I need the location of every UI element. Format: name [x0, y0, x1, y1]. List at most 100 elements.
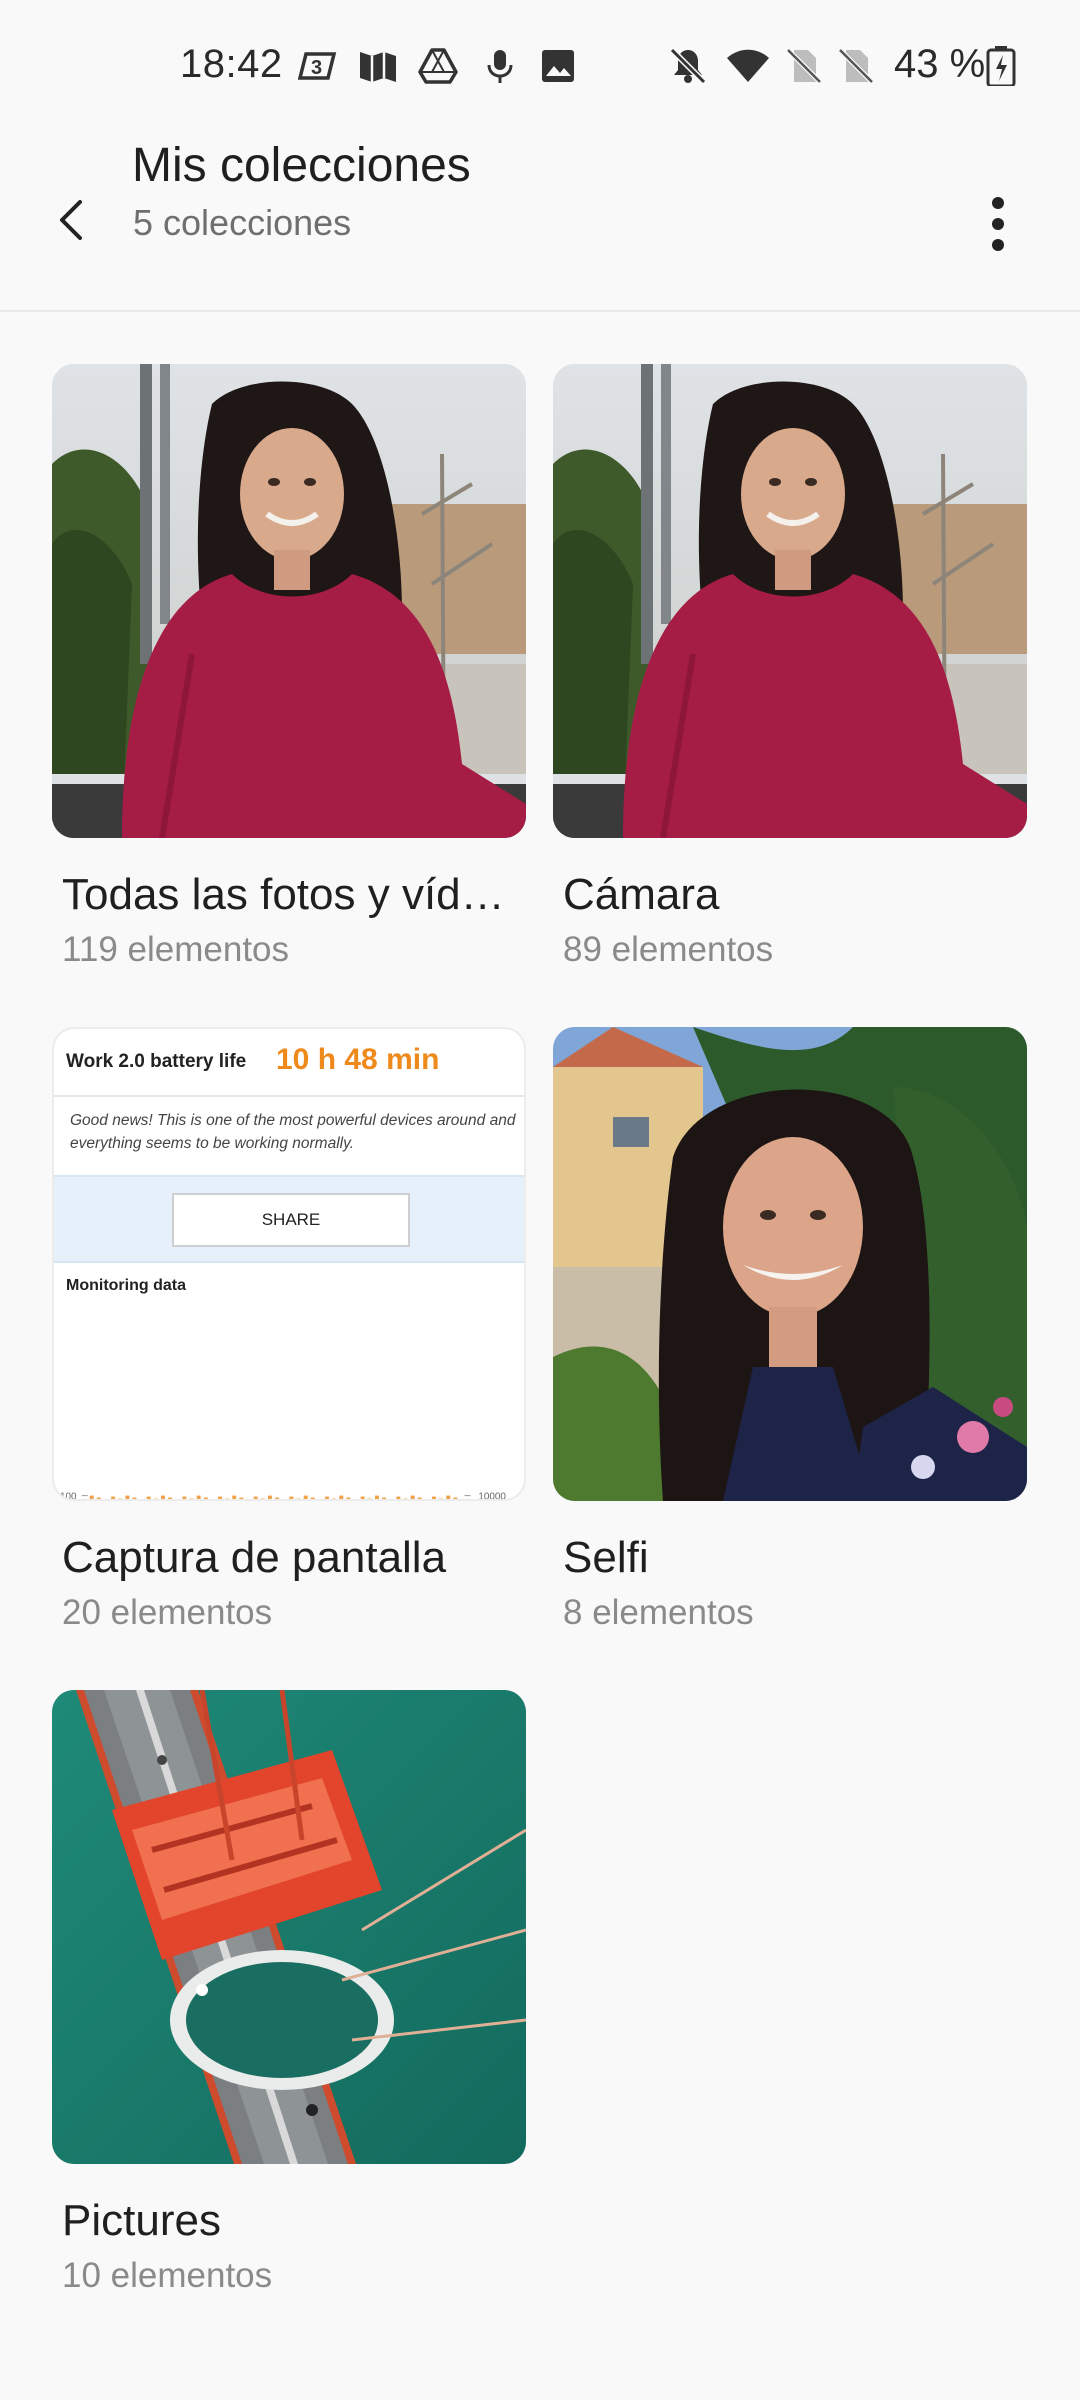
- collection-title: Cámara: [563, 870, 720, 919]
- preview-bar: [403, 1498, 408, 1499]
- preview-bar: [153, 1498, 158, 1499]
- preview-bar: [282, 1500, 286, 1501]
- preview-bar: [425, 1500, 429, 1501]
- collection-title: Selfi: [563, 1533, 649, 1582]
- three-network-icon: 3: [298, 46, 338, 86]
- preview-bar: [232, 1495, 237, 1499]
- sim-off-icon: [784, 46, 824, 86]
- preview-bar: [396, 1496, 401, 1499]
- preview-value: 10 h 48 min: [276, 1043, 440, 1076]
- preview-bar: [196, 1495, 201, 1499]
- preview-bar: [360, 1496, 365, 1499]
- preview-bar: [118, 1498, 123, 1499]
- collection-count: 8 elementos: [563, 1593, 754, 1632]
- collection-thumbnail-screenshots: Work 2.0 battery life 10 h 48 min Good n…: [52, 1027, 526, 1501]
- preview-share-button: SHARE: [172, 1193, 410, 1247]
- wifi-icon: [726, 46, 770, 86]
- preview-bar: [146, 1496, 151, 1499]
- collection-thumbnail-pictures: [52, 1690, 526, 2164]
- collection-card-all[interactable]: Todas las fotos y vídeos 119 elementos: [52, 364, 526, 970]
- preview-bar: [324, 1496, 329, 1499]
- preview-bar: [332, 1498, 337, 1499]
- page-title: Mis colecciones: [132, 139, 471, 192]
- preview-message: Good news! This is one of the most power…: [70, 1112, 516, 1152]
- more-options-button[interactable]: [974, 186, 1022, 262]
- preview-bar: [318, 1500, 322, 1501]
- collection-thumbnail-all: [52, 364, 526, 838]
- collection-count: 10 elementos: [62, 2256, 273, 2295]
- svg-text:3: 3: [311, 57, 322, 79]
- preview-bar: [211, 1500, 215, 1501]
- preview-bar: [189, 1498, 194, 1499]
- preview-bar: [225, 1498, 230, 1499]
- preview-bar: [431, 1496, 436, 1499]
- preview-bar: [96, 1497, 101, 1499]
- collection-count: 119 elementos: [62, 930, 290, 969]
- preview-bar: [218, 1496, 223, 1499]
- preview-bar: [367, 1498, 372, 1499]
- maps-icon: [358, 46, 398, 86]
- preview-bar: [275, 1497, 280, 1499]
- preview-bar: [439, 1498, 444, 1499]
- status-bar: 18:42 3 43 %: [0, 0, 1080, 130]
- more-vert-icon: [992, 197, 1004, 251]
- arrow-back-icon: [60, 200, 82, 240]
- preview-bar: [417, 1497, 422, 1499]
- preview-header: Work 2.0 battery life 10 h 48 min: [54, 1029, 524, 1097]
- preview-chart: 100 80 60 40 10000 8000 6000 4000: [60, 1492, 506, 1501]
- gallery-icon: [538, 46, 578, 86]
- preview-bar: [247, 1500, 251, 1501]
- preview-bar: [104, 1500, 108, 1501]
- collection-title: Todas las fotos y vídeos: [62, 870, 522, 919]
- preview-bar: [175, 1500, 179, 1501]
- preview-bar: [303, 1495, 308, 1499]
- preview-bars: [89, 1495, 458, 1501]
- preview-bar: [389, 1500, 393, 1501]
- preview-bar: [125, 1495, 130, 1499]
- preview-bar: [346, 1497, 351, 1499]
- preview-share-band: SHARE: [54, 1175, 524, 1263]
- preview-bar: [160, 1495, 165, 1499]
- preview-bar: [354, 1500, 358, 1501]
- preview-bar: [182, 1496, 187, 1499]
- screenshot-preview: Work 2.0 battery life 10 h 48 min Good n…: [54, 1029, 524, 1499]
- collection-card-pictures[interactable]: Pictures 10 elementos: [52, 1690, 526, 2296]
- preview-bar: [260, 1498, 265, 1499]
- sim-off-icon: [836, 46, 876, 86]
- page-subtitle: 5 colecciones: [133, 202, 352, 243]
- collection-card-selfie[interactable]: Selfi 8 elementos: [553, 1027, 1027, 1633]
- preview-bar: [111, 1496, 116, 1499]
- collection-card-screenshots[interactable]: Work 2.0 battery life 10 h 48 min Good n…: [52, 1027, 526, 1633]
- battery-charging-icon: [986, 46, 1016, 86]
- collection-card-camera[interactable]: Cámara 89 elementos: [553, 364, 1027, 970]
- back-button[interactable]: [44, 192, 100, 248]
- collection-thumbnail-selfie: [553, 1027, 1027, 1501]
- preview-monitoring-title: Monitoring data: [66, 1277, 186, 1294]
- collection-count: 89 elementos: [563, 930, 774, 969]
- preview-bar: [310, 1497, 315, 1499]
- preview-bar: [339, 1495, 344, 1499]
- preview-bar: [446, 1495, 451, 1499]
- bell-off-icon: [668, 46, 708, 86]
- preview-bar: [140, 1500, 144, 1501]
- status-time: 18:42: [180, 42, 283, 86]
- app-bar: Mis colecciones 5 colecciones: [0, 130, 1080, 310]
- collection-thumbnail-camera: [553, 364, 1027, 838]
- preview-bar: [382, 1497, 387, 1499]
- preview-bar: [296, 1498, 301, 1499]
- preview-bar: [374, 1495, 379, 1499]
- preview-label: Work 2.0 battery life: [66, 1051, 247, 1072]
- preview-bar: [253, 1496, 258, 1499]
- preview-tick-right: 10000: [478, 1492, 506, 1501]
- header-divider: [0, 310, 1080, 312]
- preview-bar: [132, 1497, 137, 1499]
- preview-bar: [239, 1497, 244, 1499]
- battery-percentage: 43 %: [894, 42, 986, 86]
- collection-count: 20 elementos: [62, 1593, 273, 1632]
- preview-bar: [410, 1495, 415, 1499]
- preview-bar: [168, 1497, 173, 1499]
- collection-title: Pictures: [62, 2196, 221, 2245]
- preview-bar: [453, 1497, 458, 1499]
- mic-icon: [480, 46, 520, 86]
- preview-bar: [267, 1495, 272, 1499]
